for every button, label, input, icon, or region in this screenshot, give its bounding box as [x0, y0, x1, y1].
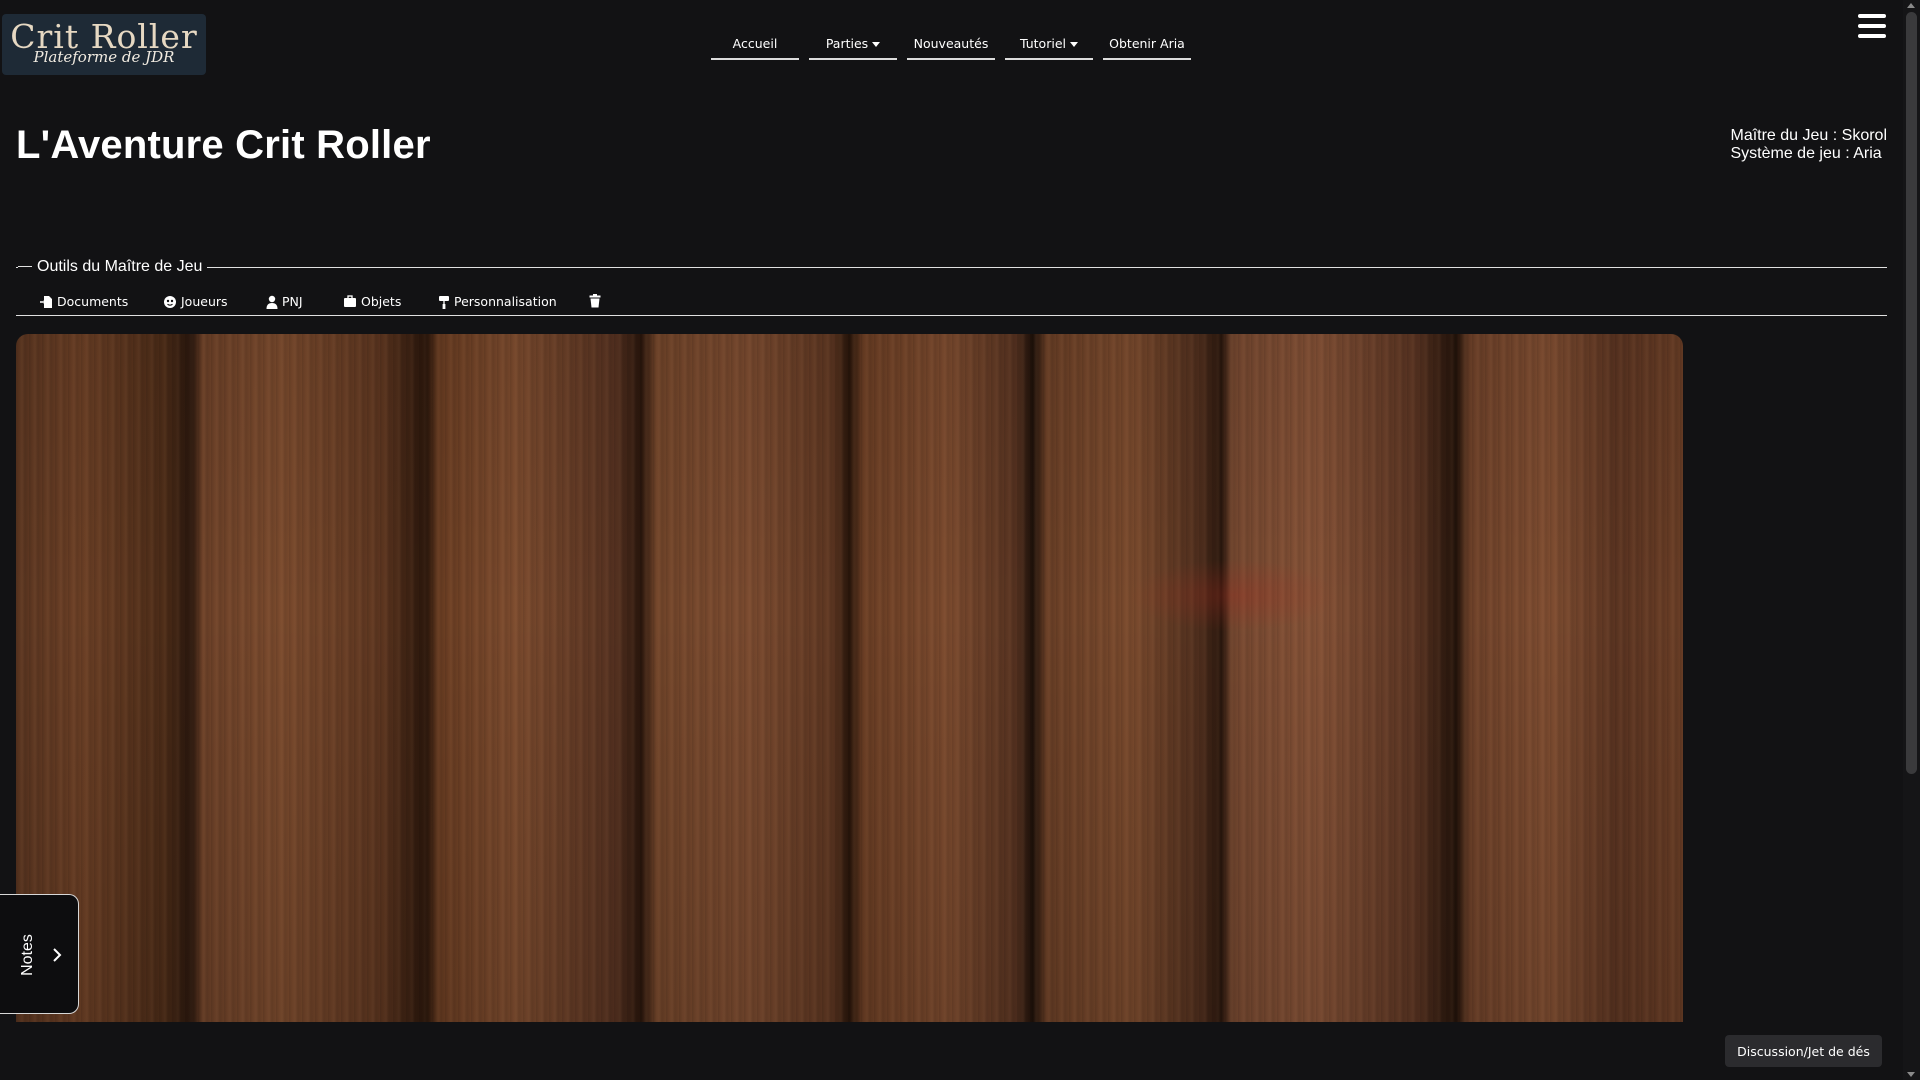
nav-item-label: Parties — [825, 35, 869, 51]
document-icon — [40, 295, 52, 308]
tool-label: Objets — [361, 294, 402, 309]
hamburger-icon[interactable] — [1858, 14, 1886, 38]
gm-tools-legend: Outils du Maître de Jeu — [18, 258, 207, 276]
game-info: Maître du Jeu : Skorol Système de jeu : … — [1730, 127, 1887, 163]
scroll-up-icon[interactable] — [1907, 3, 1915, 8]
scroll-thumb[interactable] — [1906, 12, 1917, 774]
game-master-info: Maître du Jeu : Skorol — [1730, 127, 1887, 144]
gm-tools-panel: Outils du Maître de Jeu Documents Joueur… — [16, 258, 1887, 316]
caret-down-icon — [1069, 41, 1078, 47]
tool-label: Personnalisation — [454, 294, 557, 309]
page-title: L'Aventure Crit Roller — [16, 123, 431, 167]
trash-icon — [589, 294, 601, 308]
chat-dice-button[interactable]: Discussion/Jet de dés — [1725, 1035, 1882, 1067]
nav-item-accueil[interactable]: Accueil — [711, 28, 799, 60]
site-logo[interactable]: Crit Roller Plateforme de JDR — [2, 14, 206, 75]
nav-item-label: Obtenir Aria — [1109, 35, 1185, 51]
tool-label: Documents — [57, 294, 129, 309]
paint-roller-icon — [439, 295, 449, 309]
nav-item-label: Tutoriel — [1020, 35, 1066, 51]
tool-label: PNJ — [282, 294, 303, 309]
nav-item-parties[interactable]: Parties — [809, 28, 897, 60]
tool-pnj[interactable]: PNJ — [266, 294, 303, 309]
tool-label: Joueurs — [181, 294, 228, 309]
tool-joueurs[interactable]: Joueurs — [163, 294, 228, 309]
user-icon — [266, 295, 278, 309]
scrollbar[interactable] — [1903, 0, 1920, 1080]
game-system-info: Système de jeu : Aria — [1730, 145, 1882, 162]
nav-item-tutoriel[interactable]: Tutoriel — [1005, 28, 1093, 60]
nav-item-obtenir-aria[interactable]: Obtenir Aria — [1103, 28, 1191, 60]
tool-personnalisation[interactable]: Personnalisation — [438, 294, 557, 309]
tool-documents[interactable]: Documents — [40, 294, 128, 309]
notes-label: Notes — [19, 934, 36, 976]
nav-item-label: Accueil — [732, 35, 778, 51]
notes-tab[interactable]: Notes — [0, 894, 79, 1014]
caret-down-icon — [872, 41, 881, 47]
scroll-down-icon[interactable] — [1907, 1072, 1915, 1077]
game-board[interactable] — [16, 334, 1683, 1022]
chevron-right-icon — [53, 948, 62, 962]
nav-item-nouveautes[interactable]: Nouveautés — [907, 28, 995, 60]
briefcase-icon — [344, 295, 356, 307]
players-icon — [164, 295, 176, 308]
tool-objets[interactable]: Objets — [343, 294, 401, 309]
nav-item-label: Nouveautés — [913, 35, 989, 51]
tool-delete[interactable] — [589, 294, 605, 308]
